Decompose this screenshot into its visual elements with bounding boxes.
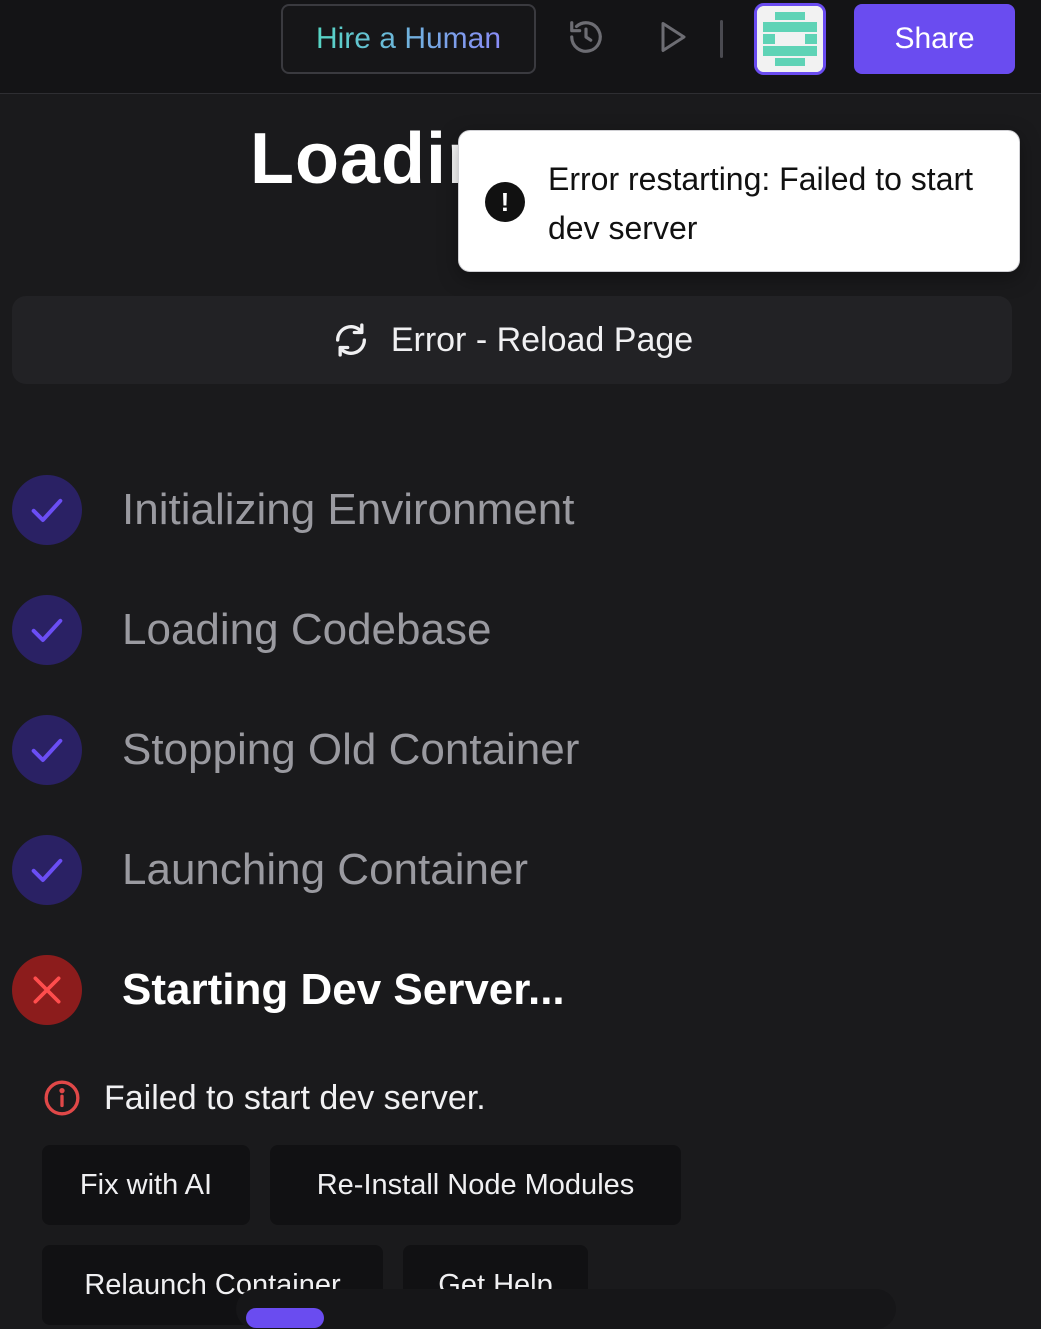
step-done-circle [12,715,82,785]
step-label: Launching Container [122,845,529,894]
step-label: Stopping Old Container [122,725,580,774]
step-done-circle [12,835,82,905]
step-initializing-environment: Initializing Environment [12,475,912,545]
refresh-icon [335,323,366,357]
error-message: Failed to start dev server. [42,1078,486,1118]
play-icon[interactable] [652,17,692,57]
step-label: Starting Dev Server... [122,965,565,1014]
page-title: Loadin [250,119,492,199]
toast-message: Error restarting: Failed to start dev se… [548,161,974,246]
history-icon[interactable] [566,17,606,57]
bottom-accent-pill[interactable] [246,1308,324,1328]
toolbar-divider [720,20,723,58]
error-message-text: Failed to start dev server. [104,1078,486,1117]
step-starting-dev-server: Starting Dev Server... [12,955,912,1025]
step-done-circle [12,595,82,665]
step-failed-circle [12,955,82,1025]
hire-a-human-button[interactable]: Hire a Human [281,4,536,74]
check-icon [31,498,63,522]
close-icon [33,976,61,1004]
step-label: Loading Codebase [122,605,492,654]
share-button[interactable]: Share [854,4,1015,74]
step-loading-codebase: Loading Codebase [12,595,912,665]
step-done-circle [12,475,82,545]
reinstall-node-modules-button[interactable]: Re-Install Node Modules [270,1145,681,1225]
alert-icon: ! [485,182,525,222]
info-error-icon [44,1080,80,1116]
check-icon [31,618,63,642]
reload-page-label: Error - Reload Page [390,320,694,359]
top-bar: Hire a Human Share [0,0,1041,94]
step-launching-container: Launching Container [12,835,912,905]
avatar-robot-icon [757,6,823,72]
reload-page-button[interactable]: Error - Reload Page [12,296,1012,384]
hire-a-human-label: Hire a Human [315,22,502,55]
avatar[interactable] [754,3,826,75]
error-toast: ! Error restarting: Failed to start dev … [458,130,1020,272]
bottom-panel [236,1289,896,1329]
fix-with-ai-button[interactable]: Fix with AI [42,1145,250,1225]
check-icon [31,858,63,882]
step-label: Initializing Environment [122,485,575,534]
step-stopping-old-container: Stopping Old Container [12,715,912,785]
check-icon [31,738,63,762]
